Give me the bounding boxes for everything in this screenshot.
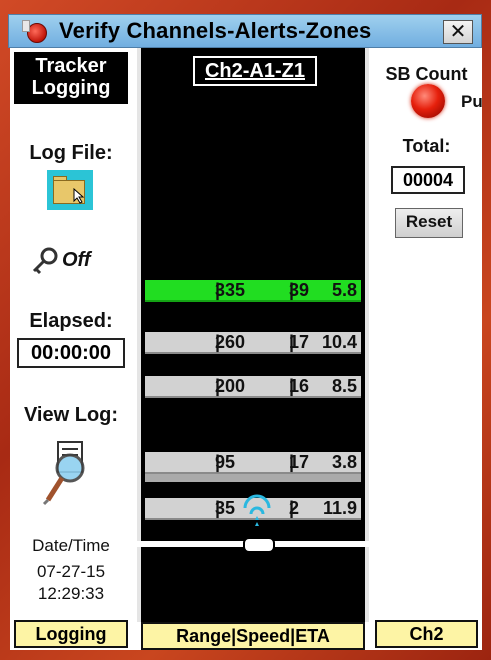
reset-button[interactable]: Reset xyxy=(395,208,463,238)
elapsed-value: 00:00:00 xyxy=(17,338,125,368)
close-icon: ✕ xyxy=(449,21,467,43)
total-label: Total: xyxy=(402,136,451,156)
view-log-label: View Log: xyxy=(23,404,119,426)
folder-icon[interactable] xyxy=(47,170,93,210)
tracker-label-line1: Tracker xyxy=(35,55,107,77)
datetime-label: Date/Time xyxy=(32,536,110,555)
target-track: Ch2-A1-Z1 335 | 39 | 5.8 260 | 17 | 10.4… xyxy=(137,48,369,622)
target-row[interactable]: 260 | 17 | 10.4 xyxy=(145,332,361,354)
key-icon xyxy=(32,247,58,275)
time-value: 12:29:33 xyxy=(37,584,105,603)
led-label: Pu xyxy=(461,92,483,111)
vessel-marker xyxy=(243,537,275,553)
view-log-icon[interactable] xyxy=(40,440,100,506)
logging-button[interactable]: Logging xyxy=(14,620,128,648)
sb-count-label: SB Count xyxy=(385,64,468,84)
radar-icon xyxy=(243,494,271,526)
target-row-ghost xyxy=(145,474,361,482)
tracker-logging-label: Tracker Logging xyxy=(14,52,128,104)
left-panel: Tracker Logging Log File: Off Elapsed: 0… xyxy=(10,48,132,650)
target-row[interactable]: 200 | 16 | 8.5 xyxy=(145,376,361,398)
app-icon xyxy=(22,20,47,43)
window-title: Verify Channels-Alerts-Zones xyxy=(59,18,372,43)
close-button[interactable]: ✕ xyxy=(443,20,473,44)
log-file-label: Log File: xyxy=(29,142,113,164)
channel-button[interactable]: Ch2 xyxy=(375,620,478,648)
target-row[interactable]: 95 | 17 | 3.8 xyxy=(145,452,361,474)
total-value: 00004 xyxy=(391,166,465,194)
elapsed-label: Elapsed: xyxy=(29,310,113,332)
logging-toggle[interactable]: Off xyxy=(30,246,110,276)
right-panel: SB Count Pu Total: 00004 Reset Ch2 xyxy=(371,48,483,650)
date-value: 07-27-15 xyxy=(36,562,106,581)
range-speed-eta-button[interactable]: Range|Speed|ETA xyxy=(141,622,365,650)
logging-state: Off xyxy=(62,249,91,271)
red-led-icon xyxy=(411,84,445,118)
tracker-label-line2: Logging xyxy=(31,77,111,99)
target-row[interactable]: 335 | 39 | 5.8 xyxy=(145,280,361,302)
title-bar[interactable]: Verify Channels-Alerts-Zones ✕ xyxy=(8,14,482,48)
track-title: Ch2-A1-Z1 xyxy=(193,56,317,86)
